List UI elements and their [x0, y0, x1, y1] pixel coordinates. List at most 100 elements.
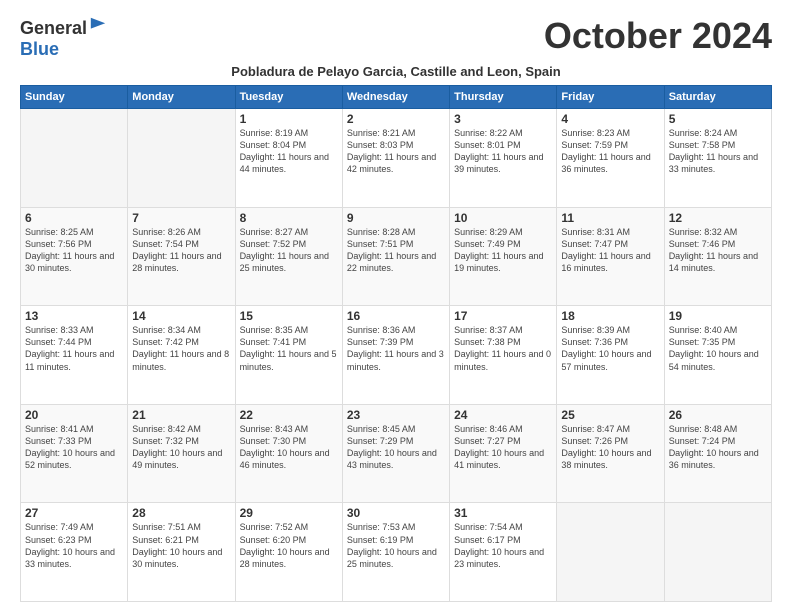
calendar-cell: 6Sunrise: 8:25 AMSunset: 7:56 PMDaylight…	[21, 207, 128, 306]
day-number: 4	[561, 112, 659, 126]
day-info: Sunrise: 8:33 AMSunset: 7:44 PMDaylight:…	[25, 324, 123, 373]
calendar-cell: 8Sunrise: 8:27 AMSunset: 7:52 PMDaylight…	[235, 207, 342, 306]
day-number: 8	[240, 211, 338, 225]
calendar-cell: 5Sunrise: 8:24 AMSunset: 7:58 PMDaylight…	[664, 109, 771, 208]
day-header-sunday: Sunday	[21, 86, 128, 109]
calendar-cell: 15Sunrise: 8:35 AMSunset: 7:41 PMDayligh…	[235, 306, 342, 405]
day-number: 5	[669, 112, 767, 126]
day-header-wednesday: Wednesday	[342, 86, 449, 109]
day-number: 22	[240, 408, 338, 422]
day-info: Sunrise: 8:35 AMSunset: 7:41 PMDaylight:…	[240, 324, 338, 373]
day-info: Sunrise: 8:27 AMSunset: 7:52 PMDaylight:…	[240, 226, 338, 275]
calendar-cell: 21Sunrise: 8:42 AMSunset: 7:32 PMDayligh…	[128, 404, 235, 503]
day-number: 15	[240, 309, 338, 323]
day-number: 13	[25, 309, 123, 323]
day-info: Sunrise: 8:48 AMSunset: 7:24 PMDaylight:…	[669, 423, 767, 472]
day-header-tuesday: Tuesday	[235, 86, 342, 109]
day-info: Sunrise: 8:45 AMSunset: 7:29 PMDaylight:…	[347, 423, 445, 472]
day-info: Sunrise: 7:51 AMSunset: 6:21 PMDaylight:…	[132, 521, 230, 570]
calendar-cell: 22Sunrise: 8:43 AMSunset: 7:30 PMDayligh…	[235, 404, 342, 503]
logo-general-text: General	[20, 18, 87, 39]
day-info: Sunrise: 8:26 AMSunset: 7:54 PMDaylight:…	[132, 226, 230, 275]
day-info: Sunrise: 8:24 AMSunset: 7:58 PMDaylight:…	[669, 127, 767, 176]
day-info: Sunrise: 8:36 AMSunset: 7:39 PMDaylight:…	[347, 324, 445, 373]
calendar-week-3: 13Sunrise: 8:33 AMSunset: 7:44 PMDayligh…	[21, 306, 772, 405]
calendar-week-4: 20Sunrise: 8:41 AMSunset: 7:33 PMDayligh…	[21, 404, 772, 503]
calendar-cell: 19Sunrise: 8:40 AMSunset: 7:35 PMDayligh…	[664, 306, 771, 405]
calendar-week-2: 6Sunrise: 8:25 AMSunset: 7:56 PMDaylight…	[21, 207, 772, 306]
calendar-cell: 1Sunrise: 8:19 AMSunset: 8:04 PMDaylight…	[235, 109, 342, 208]
day-info: Sunrise: 8:39 AMSunset: 7:36 PMDaylight:…	[561, 324, 659, 373]
day-number: 10	[454, 211, 552, 225]
day-number: 21	[132, 408, 230, 422]
day-info: Sunrise: 7:49 AMSunset: 6:23 PMDaylight:…	[25, 521, 123, 570]
calendar-cell: 12Sunrise: 8:32 AMSunset: 7:46 PMDayligh…	[664, 207, 771, 306]
calendar-week-1: 1Sunrise: 8:19 AMSunset: 8:04 PMDaylight…	[21, 109, 772, 208]
day-number: 20	[25, 408, 123, 422]
day-info: Sunrise: 8:31 AMSunset: 7:47 PMDaylight:…	[561, 226, 659, 275]
day-info: Sunrise: 8:28 AMSunset: 7:51 PMDaylight:…	[347, 226, 445, 275]
day-info: Sunrise: 8:42 AMSunset: 7:32 PMDaylight:…	[132, 423, 230, 472]
calendar-cell: 13Sunrise: 8:33 AMSunset: 7:44 PMDayligh…	[21, 306, 128, 405]
calendar-cell: 26Sunrise: 8:48 AMSunset: 7:24 PMDayligh…	[664, 404, 771, 503]
header: General Blue October 2024	[20, 16, 772, 60]
calendar-cell: 7Sunrise: 8:26 AMSunset: 7:54 PMDaylight…	[128, 207, 235, 306]
calendar-cell	[664, 503, 771, 602]
day-info: Sunrise: 8:32 AMSunset: 7:46 PMDaylight:…	[669, 226, 767, 275]
calendar-cell	[557, 503, 664, 602]
logo: General Blue	[20, 16, 107, 60]
calendar-cell: 28Sunrise: 7:51 AMSunset: 6:21 PMDayligh…	[128, 503, 235, 602]
day-number: 17	[454, 309, 552, 323]
day-number: 9	[347, 211, 445, 225]
day-header-monday: Monday	[128, 86, 235, 109]
month-title: October 2024	[544, 16, 772, 56]
day-number: 16	[347, 309, 445, 323]
day-number: 2	[347, 112, 445, 126]
day-info: Sunrise: 8:21 AMSunset: 8:03 PMDaylight:…	[347, 127, 445, 176]
day-number: 12	[669, 211, 767, 225]
calendar-table: SundayMondayTuesdayWednesdayThursdayFrid…	[20, 85, 772, 602]
calendar-week-5: 27Sunrise: 7:49 AMSunset: 6:23 PMDayligh…	[21, 503, 772, 602]
day-info: Sunrise: 8:22 AMSunset: 8:01 PMDaylight:…	[454, 127, 552, 176]
day-info: Sunrise: 8:41 AMSunset: 7:33 PMDaylight:…	[25, 423, 123, 472]
day-number: 14	[132, 309, 230, 323]
day-number: 27	[25, 506, 123, 520]
day-info: Sunrise: 8:46 AMSunset: 7:27 PMDaylight:…	[454, 423, 552, 472]
day-number: 7	[132, 211, 230, 225]
calendar-cell: 23Sunrise: 8:45 AMSunset: 7:29 PMDayligh…	[342, 404, 449, 503]
day-info: Sunrise: 8:40 AMSunset: 7:35 PMDaylight:…	[669, 324, 767, 373]
day-info: Sunrise: 8:43 AMSunset: 7:30 PMDaylight:…	[240, 423, 338, 472]
day-info: Sunrise: 8:25 AMSunset: 7:56 PMDaylight:…	[25, 226, 123, 275]
day-info: Sunrise: 8:37 AMSunset: 7:38 PMDaylight:…	[454, 324, 552, 373]
calendar-header-row: SundayMondayTuesdayWednesdayThursdayFrid…	[21, 86, 772, 109]
day-number: 28	[132, 506, 230, 520]
day-number: 31	[454, 506, 552, 520]
logo-blue-text: Blue	[20, 39, 59, 60]
day-info: Sunrise: 8:19 AMSunset: 8:04 PMDaylight:…	[240, 127, 338, 176]
day-number: 29	[240, 506, 338, 520]
calendar-cell: 3Sunrise: 8:22 AMSunset: 8:01 PMDaylight…	[450, 109, 557, 208]
calendar-cell: 20Sunrise: 8:41 AMSunset: 7:33 PMDayligh…	[21, 404, 128, 503]
day-number: 23	[347, 408, 445, 422]
calendar-cell: 25Sunrise: 8:47 AMSunset: 7:26 PMDayligh…	[557, 404, 664, 503]
page: General Blue October 2024 Pobladura de P…	[0, 0, 792, 612]
calendar-cell: 18Sunrise: 8:39 AMSunset: 7:36 PMDayligh…	[557, 306, 664, 405]
day-number: 18	[561, 309, 659, 323]
calendar-cell: 29Sunrise: 7:52 AMSunset: 6:20 PMDayligh…	[235, 503, 342, 602]
day-header-thursday: Thursday	[450, 86, 557, 109]
logo-flag-icon	[89, 16, 107, 34]
calendar-cell	[128, 109, 235, 208]
calendar-cell: 31Sunrise: 7:54 AMSunset: 6:17 PMDayligh…	[450, 503, 557, 602]
day-number: 24	[454, 408, 552, 422]
day-number: 25	[561, 408, 659, 422]
day-number: 1	[240, 112, 338, 126]
day-info: Sunrise: 7:52 AMSunset: 6:20 PMDaylight:…	[240, 521, 338, 570]
day-info: Sunrise: 8:47 AMSunset: 7:26 PMDaylight:…	[561, 423, 659, 472]
title-area: October 2024	[544, 16, 772, 56]
calendar-cell: 9Sunrise: 8:28 AMSunset: 7:51 PMDaylight…	[342, 207, 449, 306]
calendar-cell: 16Sunrise: 8:36 AMSunset: 7:39 PMDayligh…	[342, 306, 449, 405]
calendar-cell: 30Sunrise: 7:53 AMSunset: 6:19 PMDayligh…	[342, 503, 449, 602]
day-info: Sunrise: 7:54 AMSunset: 6:17 PMDaylight:…	[454, 521, 552, 570]
day-number: 3	[454, 112, 552, 126]
day-info: Sunrise: 8:34 AMSunset: 7:42 PMDaylight:…	[132, 324, 230, 373]
